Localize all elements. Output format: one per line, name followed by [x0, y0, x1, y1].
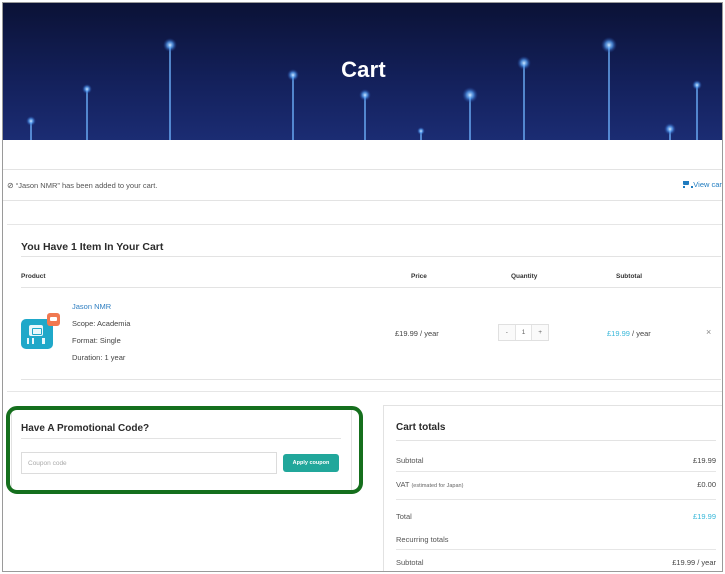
view-cart-link[interactable]: View cart: [682, 180, 723, 189]
divider: [396, 549, 716, 550]
quantity-decrease-button[interactable]: -: [499, 325, 515, 340]
divider: [21, 256, 721, 257]
product-subtotal: £19.99 / year: [607, 329, 651, 338]
recurring-totals-heading: Recurring totals: [396, 535, 716, 544]
divider: [21, 438, 341, 439]
cart-totals-title: Cart totals: [396, 422, 446, 433]
product-name-link[interactable]: Jason NMR: [72, 302, 111, 311]
cart-totals-panel: Cart totals Subtotal £19.99 VAT (estimat…: [383, 405, 722, 571]
totals-subtotal-label: Subtotal: [396, 456, 424, 465]
recurring-subtotal-row: Subtotal £19.99 / year: [396, 558, 716, 567]
product-scope: Scope: Academia: [72, 319, 131, 328]
totals-total-value: £19.99: [693, 512, 716, 521]
quantity-increase-button[interactable]: +: [532, 325, 548, 340]
totals-total-row: Total £19.99: [396, 512, 716, 521]
quantity-stepper: - 1 +: [498, 324, 549, 341]
view-cart-label: View cart: [693, 180, 723, 189]
apply-coupon-button[interactable]: Apply coupon: [283, 454, 339, 472]
product-subtotal-amount: £19.99: [607, 329, 630, 338]
divider: [21, 287, 721, 288]
totals-vat-row: VAT (estimated for Japan) £0.00: [396, 480, 716, 489]
column-header-product: Product: [21, 273, 46, 280]
column-header-quantity: Quantity: [511, 273, 538, 280]
totals-vat-note: (estimated for Japan): [411, 483, 464, 489]
page-frame: Cart ⊘ “Jason NMR” has been added to your…: [2, 2, 723, 572]
column-header-subtotal: Subtotal: [616, 273, 642, 280]
recurring-subtotal-value: £19.99 / year: [672, 558, 716, 567]
divider: [396, 440, 716, 441]
cart-items-panel: You Have 1 Item In Your Cart Product Pri…: [7, 224, 722, 392]
cart-heading: You Have 1 Item In Your Cart: [21, 241, 164, 253]
page-title: Cart: [341, 57, 386, 82]
product-badge-icon: [47, 313, 60, 326]
totals-vat-value: £0.00: [697, 480, 716, 489]
column-header-price: Price: [411, 273, 427, 280]
product-price: £19.99 / year: [395, 329, 439, 338]
notice-message: “Jason NMR” has been added to your cart.: [15, 181, 158, 190]
totals-vat-label: VAT: [396, 480, 410, 489]
divider: [396, 499, 716, 500]
quantity-input[interactable]: 1: [514, 325, 533, 340]
recurring-totals-label: Recurring totals: [396, 535, 449, 544]
check-circle-icon: ⊘: [7, 181, 14, 190]
promo-code-panel: Have A Promotional Code? Apply coupon: [11, 409, 352, 491]
remove-item-button[interactable]: ×: [706, 327, 711, 337]
divider: [396, 471, 716, 472]
product-format: Format: Single: [72, 336, 121, 345]
product-subtotal-period: / year: [629, 329, 651, 338]
hero-banner: Cart: [3, 3, 722, 140]
coupon-code-input[interactable]: [21, 452, 277, 474]
totals-subtotal-row: Subtotal £19.99: [396, 456, 716, 465]
recurring-subtotal-label: Subtotal: [396, 558, 424, 567]
divider: [21, 379, 721, 380]
product-duration: Duration: 1 year: [72, 353, 126, 362]
promo-title: Have A Promotional Code?: [21, 423, 150, 434]
totals-total-label: Total: [396, 512, 412, 521]
totals-subtotal-value: £19.99: [693, 456, 716, 465]
shopping-cart-icon: [682, 181, 694, 188]
added-to-cart-notice: ⊘ “Jason NMR” has been added to your cart…: [3, 169, 723, 201]
